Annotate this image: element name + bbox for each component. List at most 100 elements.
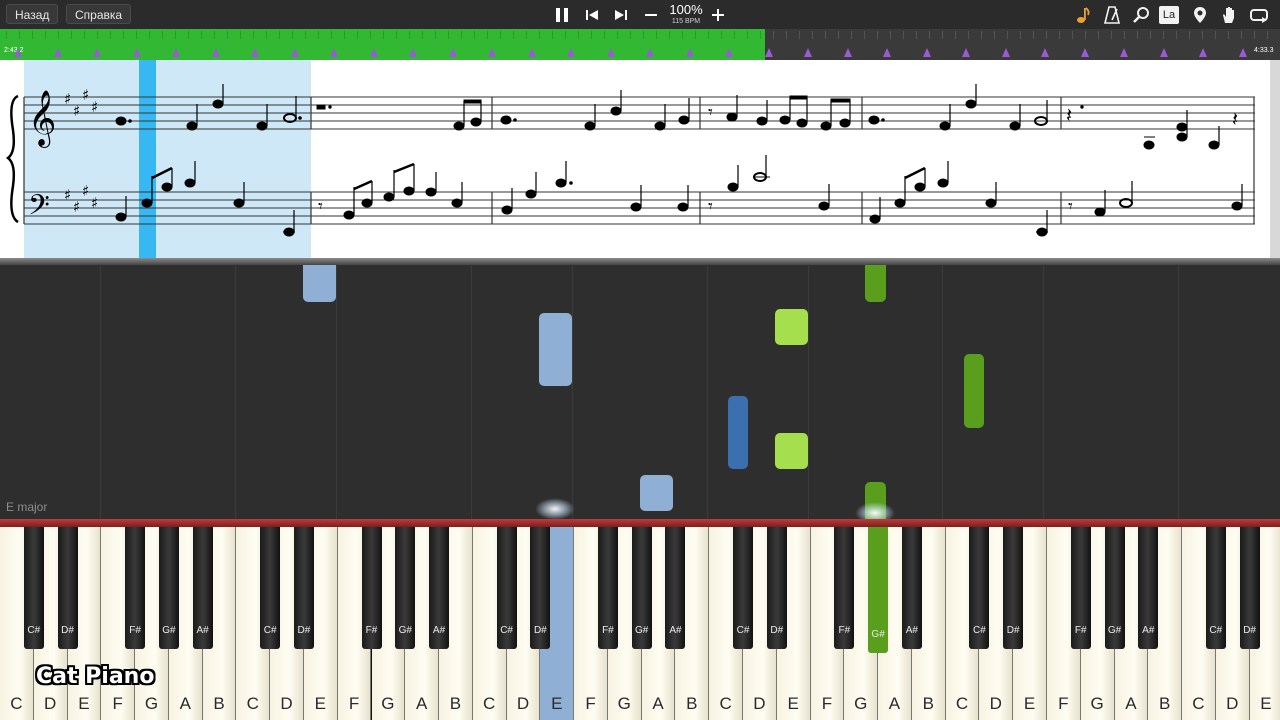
key-label: F#: [602, 625, 614, 636]
song-progress-bar[interactable]: 2:43.2 4:33.3: [0, 29, 1280, 60]
section-marker[interactable]: [409, 48, 417, 57]
skip-back-icon[interactable]: [582, 5, 602, 25]
section-marker[interactable]: [449, 48, 457, 57]
piano-key-d-sharp[interactable]: D#: [530, 527, 551, 649]
section-marker[interactable]: [1239, 48, 1247, 57]
section-marker[interactable]: [291, 48, 299, 57]
key-label: C#: [736, 625, 750, 636]
help-button[interactable]: Справка: [66, 4, 132, 24]
progress-tick: [162, 31, 163, 39]
la-icon[interactable]: La: [1159, 5, 1181, 25]
section-marker[interactable]: [607, 48, 615, 57]
pause-icon[interactable]: [552, 5, 572, 25]
piano-key-g-sharp[interactable]: G#: [395, 527, 416, 649]
piano-key-d-sharp[interactable]: D#: [293, 527, 314, 649]
section-marker[interactable]: [765, 48, 773, 57]
progress-tick: [448, 31, 449, 39]
section-marker[interactable]: [686, 48, 694, 57]
map-pin-icon[interactable]: [1189, 5, 1211, 25]
progress-tick: [201, 31, 202, 39]
progress-tick: [409, 31, 410, 39]
section-marker[interactable]: [93, 48, 101, 57]
section-marker[interactable]: [172, 48, 180, 57]
progress-tick: [487, 31, 488, 39]
piano-key-f-sharp[interactable]: F#: [597, 527, 618, 649]
piano-key-d-sharp[interactable]: D#: [1003, 527, 1024, 649]
piano-key-c-sharp[interactable]: C#: [496, 527, 517, 649]
section-marker[interactable]: [1041, 48, 1049, 57]
piano-key-d-sharp[interactable]: D#: [766, 527, 787, 649]
progress-tick: [721, 31, 722, 39]
key-label: B: [922, 694, 934, 713]
key-label: F: [821, 694, 833, 713]
section-marker[interactable]: [1199, 48, 1207, 57]
piano-key-a-sharp[interactable]: A#: [665, 527, 686, 649]
metronome-icon[interactable]: [1101, 5, 1123, 25]
back-button[interactable]: Назад: [6, 4, 59, 24]
progress-tick: [747, 31, 748, 39]
piano-key-c-sharp[interactable]: C#: [260, 527, 281, 649]
section-marker[interactable]: [251, 48, 259, 57]
progress-tick: [331, 31, 332, 39]
piano-key-g-sharp[interactable]: G#: [158, 527, 179, 649]
piano-key-a-sharp[interactable]: A#: [1138, 527, 1159, 649]
piano-key-c-sharp[interactable]: C#: [23, 527, 44, 649]
piano-key-f-sharp[interactable]: F#: [1070, 527, 1091, 649]
loop-icon[interactable]: [1248, 5, 1270, 25]
piano-key-d-sharp[interactable]: D#: [1239, 527, 1260, 649]
piano-key-c-sharp[interactable]: C#: [1205, 527, 1226, 649]
sheet-music[interactable]: 𝄞 𝄢 ♯ ♯ ♯ ♯ ♯ ♯ ♯ ♯ 𝄾 𝄽 𝄽 𝄾 𝄾 𝄾: [0, 60, 1270, 260]
piano-key-a-sharp[interactable]: A#: [429, 527, 450, 649]
key-label: D: [516, 694, 530, 713]
plus-icon[interactable]: [708, 5, 728, 25]
piano-key-f-sharp[interactable]: F#: [361, 527, 382, 649]
section-marker[interactable]: [923, 48, 931, 57]
svg-text:♯: ♯: [82, 182, 89, 200]
key-label: B: [1158, 694, 1171, 713]
section-marker[interactable]: [962, 48, 970, 57]
progress-tick: [240, 31, 241, 39]
section-marker[interactable]: [330, 48, 338, 57]
section-marker[interactable]: [725, 48, 733, 57]
piano-key-a-sharp[interactable]: A#: [901, 527, 922, 649]
piano-key-c-sharp[interactable]: C#: [733, 527, 753, 649]
progress-tick: [1085, 31, 1086, 39]
sheet-scrollbar[interactable]: [1270, 60, 1280, 260]
piano-key-f-sharp[interactable]: F#: [125, 527, 146, 649]
section-marker[interactable]: [1081, 48, 1089, 57]
key-label: A: [415, 694, 428, 713]
progress-tick: [812, 31, 813, 39]
piano-key-f-sharp[interactable]: F#: [834, 527, 855, 649]
section-marker[interactable]: [370, 48, 378, 57]
section-marker[interactable]: [804, 48, 812, 57]
section-marker[interactable]: [1120, 48, 1128, 57]
tempo-bpm: 115 BPM: [671, 18, 701, 25]
section-marker[interactable]: [212, 48, 220, 57]
note-icon[interactable]: [1072, 5, 1094, 25]
piano-key-g-sharp[interactable]: G#: [1104, 527, 1125, 649]
key-label: E: [1260, 694, 1272, 713]
section-marker[interactable]: [488, 48, 496, 57]
section-marker[interactable]: [54, 48, 62, 57]
section-marker[interactable]: [1002, 48, 1010, 57]
section-marker[interactable]: [14, 48, 22, 57]
section-marker[interactable]: [133, 48, 141, 57]
key-label: E: [78, 694, 90, 713]
piano-key-c-sharp[interactable]: C#: [969, 527, 990, 649]
section-marker[interactable]: [528, 48, 536, 57]
svg-text:𝄾: 𝄾: [708, 102, 713, 123]
section-marker[interactable]: [883, 48, 891, 57]
section-marker[interactable]: [844, 48, 852, 57]
piano-key-g-sharp[interactable]: G#: [631, 527, 652, 649]
piano-key-g-sharp[interactable]: G#: [868, 527, 889, 653]
hand-icon[interactable]: [1218, 5, 1240, 25]
section-marker[interactable]: [646, 48, 654, 57]
skip-forward-icon[interactable]: [611, 5, 631, 25]
piano-key-a-sharp[interactable]: A#: [192, 527, 213, 649]
minus-icon[interactable]: [641, 5, 661, 25]
piano-key-d-sharp[interactable]: D#: [57, 527, 78, 649]
key-label: E: [1023, 694, 1036, 713]
section-marker[interactable]: [567, 48, 575, 57]
magnifier-icon[interactable]: [1130, 5, 1152, 25]
section-marker[interactable]: [1160, 48, 1168, 57]
